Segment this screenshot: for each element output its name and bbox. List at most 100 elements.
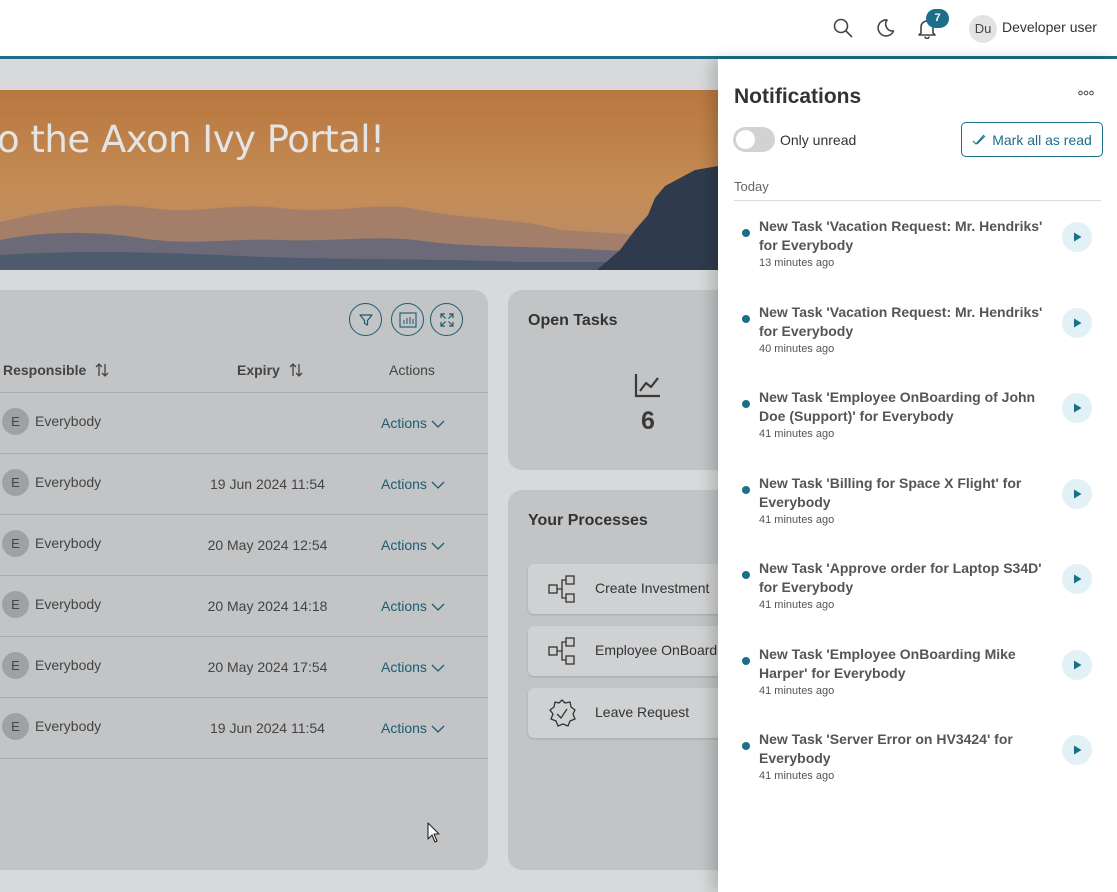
bar-chart-icon [398, 311, 417, 328]
unread-dot [742, 314, 750, 323]
notifications-panel: Notifications Only unread Mark all as re… [718, 59, 1117, 892]
play-icon [1074, 574, 1082, 584]
notification-time: 41 minutes ago [759, 428, 835, 440]
start-task-button[interactable] [1062, 478, 1092, 509]
notification-item[interactable]: New Task 'Server Error on HV3424' for Ev… [718, 730, 1117, 810]
user-name[interactable]: Developer user [1002, 19, 1097, 35]
actions-dropdown-label: Actions [381, 415, 427, 431]
chart-button[interactable] [391, 303, 424, 336]
table-row[interactable]: E Everybody 19 Jun 2024 11:54 Actions [0, 454, 488, 515]
column-header-expiry-label: Expiry [237, 362, 280, 378]
column-header-responsible[interactable]: Responsible [3, 362, 110, 378]
open-tasks-title: Open Tasks [528, 312, 618, 329]
notification-item[interactable]: New Task 'Billing for Space X Flight' fo… [718, 474, 1117, 554]
start-task-button[interactable] [1062, 307, 1092, 338]
process-item[interactable]: Create Investment [528, 564, 718, 614]
actions-dropdown[interactable]: Actions [381, 659, 445, 675]
actions-dropdown-label: Actions [381, 659, 427, 675]
process-item[interactable]: Employee OnBoarding [528, 626, 718, 676]
unread-dot [742, 571, 750, 579]
unread-dot [742, 656, 750, 665]
responsible-name: Everybody [35, 596, 102, 612]
notification-text: New Task 'Approve order for Laptop S34D'… [759, 560, 1042, 595]
notification-time: 41 minutes ago [759, 513, 835, 526]
chevron-down-icon [431, 542, 445, 550]
chevron-down-icon [431, 725, 445, 733]
search-icon[interactable] [832, 17, 854, 39]
table-row[interactable]: E Everybody 20 May 2024 12:54 Actions [0, 515, 488, 576]
notification-item[interactable]: New Task 'Vacation Request: Mr. Hendriks… [718, 217, 1117, 297]
notification-text: New Task 'Employee OnBoarding Mike Harpe… [759, 645, 1016, 681]
column-header-actions: Actions [389, 362, 435, 378]
unread-dot [742, 485, 750, 494]
notification-item[interactable]: New Task 'Approve order for Laptop S34D'… [718, 559, 1117, 639]
play-icon [1074, 403, 1082, 413]
chevron-down-icon [431, 603, 445, 611]
actions-dropdown[interactable]: Actions [381, 476, 445, 492]
expiry-date: 20 May 2024 17:54 [207, 659, 328, 675]
column-header-responsible-label: Responsible [3, 362, 87, 378]
notification-text: New Task 'Employee OnBoarding of John Do… [759, 389, 1036, 424]
process-item[interactable]: Leave Request [528, 688, 718, 738]
expiry-date: 20 May 2024 12:54 [207, 537, 328, 553]
actions-dropdown-label: Actions [381, 537, 427, 553]
badge-icon [549, 699, 576, 727]
chevron-down-icon [431, 664, 445, 672]
moon-icon[interactable] [874, 17, 896, 39]
actions-dropdown-label: Actions [381, 476, 427, 492]
mark-all-read-label: Mark all as read [992, 131, 1092, 148]
unread-dot [742, 229, 750, 237]
notification-item[interactable]: New Task 'Employee OnBoarding Mike Harpe… [718, 645, 1117, 725]
table-row[interactable]: E Everybody Actions [0, 393, 488, 454]
expiry-date: 19 Jun 2024 11:54 [210, 720, 325, 736]
unread-dot [742, 742, 750, 750]
process-label: Employee OnBoarding [595, 642, 718, 658]
filter-icon [358, 313, 373, 326]
group-label-today: Today [734, 179, 769, 194]
only-unread-toggle[interactable] [733, 127, 775, 152]
filter-button[interactable] [349, 303, 382, 336]
table-row[interactable]: E Everybody 20 May 2024 14:18 Actions [0, 576, 488, 637]
sort-icon [95, 363, 109, 377]
start-task-button[interactable] [1062, 222, 1092, 252]
play-icon [1074, 745, 1082, 755]
double-check-icon [972, 134, 986, 145]
top-bar: 7 Du Developer user [0, 0, 1117, 57]
notification-item[interactable]: New Task 'Employee OnBoarding of John Do… [718, 388, 1117, 468]
mark-all-read-button[interactable]: Mark all as read [961, 122, 1103, 157]
notification-text: New Task 'Billing for Space X Flight' fo… [759, 474, 1022, 510]
table-row[interactable]: E Everybody 19 Jun 2024 11:54 Actions [0, 698, 488, 759]
expand-button[interactable] [430, 303, 463, 336]
responsible-name: Everybody [35, 535, 102, 551]
table-row[interactable]: E Everybody 20 May 2024 17:54 Actions [0, 637, 488, 698]
only-unread-label: Only unread [780, 132, 857, 148]
more-options-icon[interactable] [1078, 89, 1094, 97]
mouse-cursor-icon [427, 822, 440, 843]
play-icon [1074, 660, 1082, 669]
column-header-expiry[interactable]: Expiry [237, 362, 304, 378]
workflow-icon [548, 637, 575, 665]
start-task-button[interactable] [1062, 649, 1092, 680]
actions-dropdown[interactable]: Actions [381, 598, 445, 614]
actions-dropdown-label: Actions [381, 720, 427, 736]
play-icon [1074, 232, 1082, 242]
actions-dropdown-label: Actions [381, 598, 427, 614]
responsible-name: Everybody [35, 413, 102, 429]
sort-icon [289, 363, 303, 377]
chevron-down-icon [431, 481, 445, 489]
notifications-title: Notifications [734, 85, 862, 108]
actions-dropdown[interactable]: Actions [381, 415, 445, 431]
unread-dot [742, 400, 750, 408]
start-task-button[interactable] [1062, 564, 1092, 594]
user-avatar[interactable]: Du [969, 15, 997, 43]
actions-dropdown[interactable]: Actions [381, 537, 445, 553]
notification-item[interactable]: New Task 'Vacation Request: Mr. Hendriks… [718, 303, 1117, 383]
process-label: Leave Request [595, 704, 690, 720]
notification-time: 40 minutes ago [759, 342, 835, 355]
start-task-button[interactable] [1062, 393, 1092, 423]
responsible-avatar: E [2, 591, 29, 618]
responsible-name: Everybody [35, 718, 102, 734]
responsible-name: Everybody [35, 657, 102, 673]
start-task-button[interactable] [1062, 735, 1092, 765]
actions-dropdown[interactable]: Actions [381, 720, 445, 736]
